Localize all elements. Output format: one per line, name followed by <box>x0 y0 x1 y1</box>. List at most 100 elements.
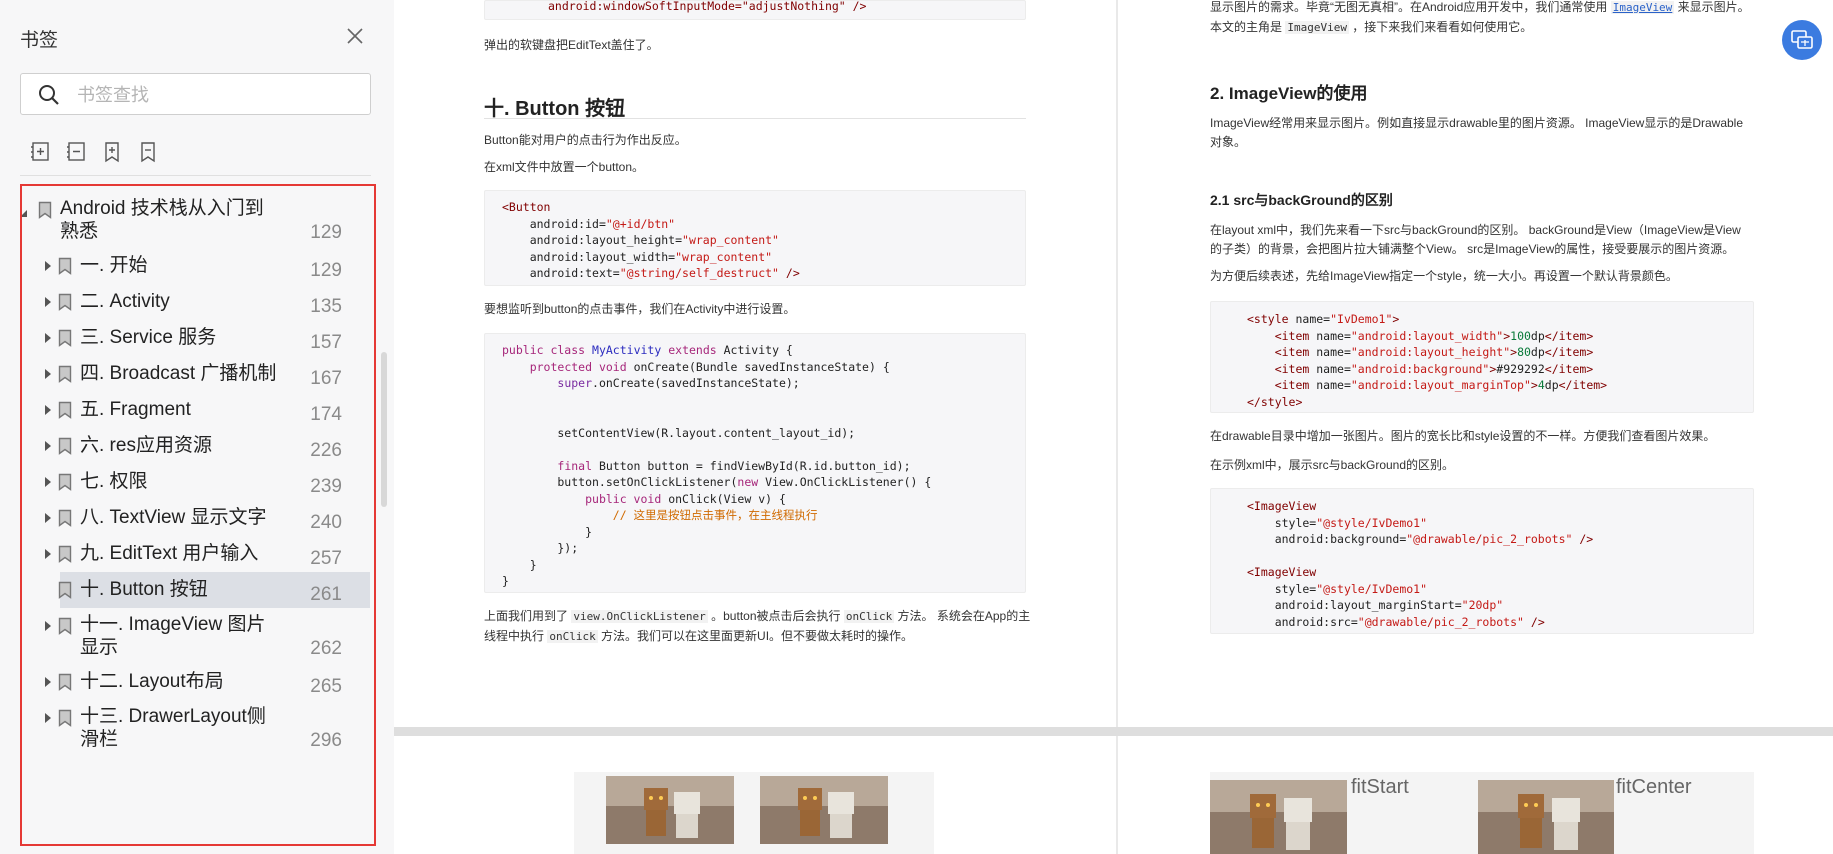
bookmark-item[interactable]: 八. TextView 显示文字 240 <box>22 500 374 536</box>
bookmark-icon <box>58 545 72 563</box>
inline-code: ImageView <box>1285 21 1349 34</box>
bookmark-page-number: 174 <box>310 404 342 425</box>
bookmark-label: 二. Activity <box>80 290 170 313</box>
code-block-style: <style name="IvDemo1"> <item name="andro… <box>1210 301 1754 413</box>
bookmark-label-line: 十一. ImageView 图片 <box>80 614 266 635</box>
bookmark-label: 六. res应用资源 <box>80 434 212 457</box>
bookmark-item[interactable]: 十. Button 按钮 261 <box>22 572 374 608</box>
section-heading: 2. ImageView的使用 <box>1210 84 1368 103</box>
expand-arrow-icon[interactable] <box>42 439 54 451</box>
bookmark-icon <box>58 673 72 691</box>
bookmark-page-number: 257 <box>310 548 342 569</box>
bookmark-item[interactable]: 二. Activity 135 <box>22 284 374 320</box>
bookmark-page-number: 262 <box>310 638 342 659</box>
bookmark-label: 十. Button 按钮 <box>80 578 208 601</box>
bookmark-icon <box>58 401 72 419</box>
expand-arrow-icon[interactable] <box>42 259 54 271</box>
text: 来显示图片。 <box>1674 0 1750 14</box>
collapse-arrow-icon[interactable] <box>22 207 30 219</box>
bookmark-label: 九. EditText 用户输入 <box>80 542 258 565</box>
heading-rule <box>484 118 1026 119</box>
bookmark-label: 十一. ImageView 图片 显示 <box>80 613 265 659</box>
subsection-heading: 2.1 src与backGround的区别 <box>1210 192 1393 208</box>
translate-icon <box>1791 30 1813 49</box>
bookmark-item[interactable]: 四. Broadcast 广播机制 167 <box>22 356 374 392</box>
bookmark-page-number: 226 <box>310 440 342 461</box>
bookmark-tree: Android 技术栈从入门到 熟悉 129 一. 开始 129 二. Activity 1… <box>20 184 376 846</box>
expand-arrow-icon[interactable] <box>42 619 54 631</box>
expand-arrow-icon[interactable] <box>42 675 54 687</box>
expand-arrow-icon[interactable] <box>42 475 54 487</box>
bookmark-label: 十三. DrawerLayout侧 滑栏 <box>80 705 266 751</box>
paragraph: 为方便后续表述，先给ImageView指定一个style，统一大小。再设置一个默… <box>1210 269 1678 283</box>
expand-arrow-icon[interactable] <box>42 711 54 723</box>
text: 方法。 系统会在App的主 <box>894 609 1031 623</box>
bookmark-label: 一. 开始 <box>80 254 148 277</box>
close-icon[interactable] <box>343 24 367 48</box>
remove-bookmark-icon[interactable] <box>64 140 88 164</box>
expand-arrow-icon[interactable] <box>42 331 54 343</box>
robots-image <box>1478 780 1614 854</box>
bookmark-item[interactable]: 三. Service 服务 157 <box>22 320 374 356</box>
bookmark-item[interactable]: 七. 权限 239 <box>22 464 374 500</box>
paragraph: 在drawable目录中增加一张图片。图片的宽长比和style设置的不一样。方便… <box>1210 429 1716 443</box>
bookmark-page-number: 167 <box>310 368 342 389</box>
bookmark-panel: 书签 Android 技术栈从入门到熟悉 129 一. 开始 129 二. Activi… <box>0 0 395 854</box>
bookmark-item[interactable]: 五. Fragment 174 <box>22 392 374 428</box>
page-right-next: fitStart fitCenter <box>1118 736 1833 854</box>
translate-button[interactable] <box>1782 20 1822 60</box>
paragraph: 的子类）的背景，会把图片拉大铺满整个View。 src是ImageView的属性… <box>1210 242 1735 256</box>
bookmark-page-number: 135 <box>310 296 342 317</box>
expand-arrow-icon[interactable] <box>42 511 54 523</box>
bookmark-search-field[interactable] <box>20 73 371 115</box>
bookmark-item[interactable]: 九. EditText 用户输入 257 <box>22 536 374 572</box>
bookmark-icon[interactable] <box>136 140 160 164</box>
bookmark-item[interactable]: 十三. DrawerLayout侧 滑栏 296 <box>22 700 374 756</box>
section-heading: 十. Button 按钮 <box>484 98 626 120</box>
bookmark-label-line: 熟悉 <box>60 221 99 242</box>
bookmark-item[interactable]: 十二. Layout布局 265 <box>22 664 374 700</box>
code-content: <Button android:id="@+id/btn" android:la… <box>502 200 800 280</box>
paragraph: ImageView经常用来显示图片。例如直接显示drawable里的图片资源。 … <box>1210 116 1744 130</box>
expand-arrow-icon[interactable] <box>42 547 54 559</box>
bookmark-root[interactable]: Android 技术栈从入门到 熟悉 129 <box>22 192 374 248</box>
bookmark-item[interactable]: 六. res应用资源 226 <box>22 428 374 464</box>
bookmark-label-line: 滑栏 <box>80 729 119 750</box>
bookmark-label: 三. Service 服务 <box>80 326 216 349</box>
bookmark-item[interactable]: 十一. ImageView 图片 显示 262 <box>22 608 374 664</box>
bookmark-icon <box>58 365 72 383</box>
inline-code: view.OnClickListener <box>571 610 708 623</box>
bookmark-icon <box>58 473 72 491</box>
bookmark-item[interactable]: 一. 开始 129 <box>22 248 374 284</box>
bookmark-page-number: 261 <box>310 584 342 605</box>
bookmark-icon <box>58 617 72 635</box>
imageview-link[interactable]: ImageView <box>1610 1 1675 14</box>
search-icon <box>37 83 61 107</box>
text: ，接下来我们来看看如何使用它。 <box>1348 20 1533 34</box>
paragraph: Button能对用户的点击行为作出反应。 <box>484 133 687 147</box>
text: 方法。我们可以在这里面更新UI。但不要做太耗时的操作。 <box>597 629 914 643</box>
add-bookmark-icon[interactable] <box>28 140 52 164</box>
bookmark-label: 八. TextView 显示文字 <box>80 506 267 529</box>
expand-arrow-icon[interactable] <box>42 403 54 415</box>
paragraph: 线程中执行 onClick 方法。我们可以在这里面更新UI。但不要做太耗时的操作… <box>484 627 913 646</box>
bookmark-label-line: 六. res应用资源 <box>80 435 212 456</box>
inline-code: onClick <box>843 610 895 623</box>
bookmark-label: 五. Fragment <box>80 398 191 421</box>
text: 上面我们用到了 <box>484 609 572 623</box>
panel-title: 书签 <box>20 30 59 51</box>
bookmark-page-number: 129 <box>310 222 342 243</box>
bookmark-search-input[interactable] <box>75 82 359 108</box>
expand-arrow-icon[interactable] <box>42 367 54 379</box>
bookmark-label: 十二. Layout布局 <box>80 670 224 693</box>
paragraph: 对象。 <box>1210 135 1247 149</box>
bookmark-page-number: 157 <box>310 332 342 353</box>
add-child-bookmark-icon[interactable] <box>100 140 124 164</box>
bookmark-label: Android 技术栈从入门到 熟悉 <box>60 197 264 243</box>
scrollbar-thumb[interactable] <box>381 352 387 507</box>
page-separator <box>394 727 1833 736</box>
bookmark-icon <box>38 201 52 219</box>
code-content: <ImageView style="@style/IvDemo1" androi… <box>1247 499 1594 629</box>
expand-arrow-icon[interactable] <box>42 295 54 307</box>
document-view: android:windowSoftInputMode="adjustNothi… <box>394 0 1833 854</box>
